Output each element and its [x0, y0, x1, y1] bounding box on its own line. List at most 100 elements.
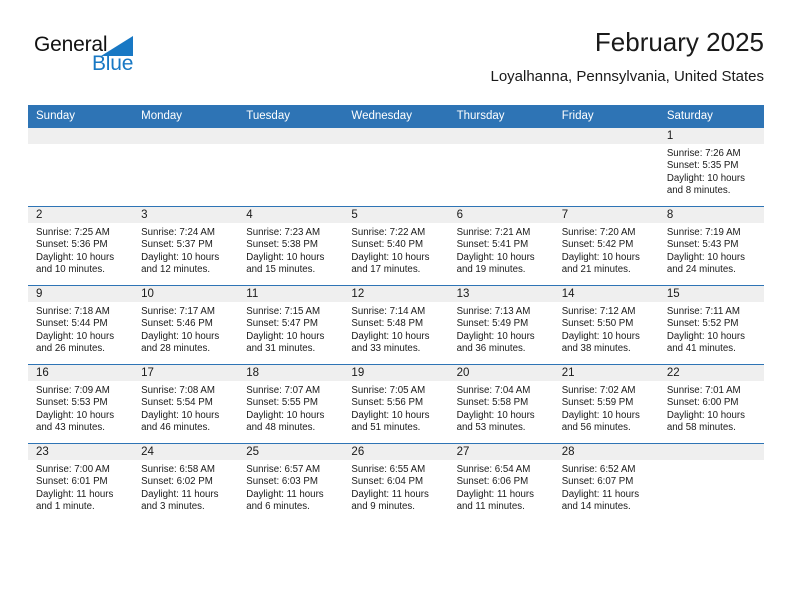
calendar-day-cell[interactable]: 24 Sunrise: 6:58 AM Sunset: 6:02 PM Dayligh… — [133, 443, 239, 522]
day-number: 23 — [28, 444, 134, 460]
title-block: February 2025 Loyalhanna, Pennsylvania, … — [490, 26, 764, 86]
sunset-text: Sunset: 5:44 PM — [36, 318, 108, 330]
calendar-day-cell[interactable]: 15 Sunrise: 7:11 AM Sunset: 5:52 PM Dayligh… — [658, 285, 764, 365]
sunset-text: Sunset: 5:50 PM — [561, 318, 634, 330]
sunrise-text: Sunrise: 6:55 AM — [351, 464, 426, 475]
weekday-header-friday: Friday — [553, 105, 659, 128]
calendar-day-cell[interactable]: 20 Sunrise: 7:04 AM Sunset: 5:58 PM Dayligh… — [448, 364, 554, 444]
sunrise-text: Sunrise: 7:18 AM — [36, 306, 110, 317]
calendar-day-cell[interactable]: 6 Sunrise: 7:21 AM Sunset: 5:41 PM Daylight… — [448, 206, 554, 286]
sunrise-text: Sunrise: 7:22 AM — [351, 227, 426, 238]
sunrise-text: Sunrise: 7:13 AM — [456, 306, 531, 317]
sunset-text: Sunset: 5:36 PM — [36, 239, 108, 251]
sunset-text: Sunset: 5:46 PM — [141, 318, 213, 330]
calendar-day-cell[interactable]: 16 Sunrise: 7:09 AM Sunset: 5:53 PM Dayligh… — [28, 364, 134, 444]
day-number: 10 — [133, 286, 239, 302]
sunset-text: Sunset: 6:07 PM — [561, 476, 634, 488]
calendar-day-cell[interactable]: 14 Sunrise: 7:12 AM Sunset: 5:50 PM Dayligh… — [553, 285, 659, 365]
weekday-header-wednesday: Wednesday — [343, 105, 449, 128]
calendar-day-cell[interactable]: 8 Sunrise: 7:19 AM Sunset: 5:43 PM Daylight… — [658, 206, 764, 286]
sunrise-text: Sunrise: 7:25 AM — [36, 227, 110, 238]
calendar-day-cell-empty — [343, 128, 449, 207]
day-number: 28 — [553, 444, 659, 460]
daylight-text: Daylight: 11 hours and 6 minutes. — [246, 488, 324, 513]
day-details: Sunrise: 7:11 AM Sunset: 5:52 PM Daylight:… — [659, 302, 764, 356]
calendar-day-cell[interactable]: 25 Sunrise: 6:57 AM Sunset: 6:03 PM Dayligh… — [238, 443, 344, 522]
calendar-day-cell[interactable]: 10 Sunrise: 7:17 AM Sunset: 5:46 PM Dayligh… — [133, 285, 239, 365]
daylight-text: Daylight: 10 hours and 56 minutes. — [561, 409, 640, 434]
daylight-text: Daylight: 10 hours and 17 minutes. — [351, 251, 430, 276]
day-details: Sunrise: 7:26 AM Sunset: 5:35 PM Daylight:… — [659, 144, 764, 198]
daylight-text: Daylight: 11 hours and 3 minutes. — [141, 488, 219, 513]
calendar-day-cell[interactable]: 11 Sunrise: 7:15 AM Sunset: 5:47 PM Dayligh… — [238, 285, 344, 365]
calendar-week-row: 9 Sunrise: 7:18 AM Sunset: 5:44 PM Daylight… — [28, 285, 764, 365]
daylight-text: Daylight: 10 hours and 31 minutes. — [246, 330, 325, 355]
calendar-week-row: 2 Sunrise: 7:25 AM Sunset: 5:36 PM Daylight… — [28, 206, 764, 286]
calendar-day-cell[interactable]: 2 Sunrise: 7:25 AM Sunset: 5:36 PM Daylight… — [28, 206, 134, 286]
daylight-text: Daylight: 11 hours and 1 minute. — [36, 488, 114, 513]
calendar-day-cell[interactable]: 26 Sunrise: 6:55 AM Sunset: 6:04 PM Dayligh… — [343, 443, 449, 522]
sunset-text: Sunset: 6:04 PM — [351, 476, 424, 488]
daylight-text: Daylight: 11 hours and 9 minutes. — [351, 488, 429, 513]
calendar-day-cell[interactable]: 1 Sunrise: 7:26 AM Sunset: 5:35 PM Daylight… — [658, 128, 764, 207]
calendar-day-cell[interactable]: 9 Sunrise: 7:18 AM Sunset: 5:44 PM Daylight… — [28, 285, 134, 365]
weekday-header-tuesday: Tuesday — [238, 105, 344, 128]
day-details: Sunrise: 7:20 AM Sunset: 5:42 PM Daylight:… — [554, 223, 659, 277]
calendar-day-cell[interactable]: 13 Sunrise: 7:13 AM Sunset: 5:49 PM Dayligh… — [448, 285, 554, 365]
sunset-text: Sunset: 5:48 PM — [351, 318, 424, 330]
daylight-text: Daylight: 10 hours and 48 minutes. — [246, 409, 325, 434]
sunrise-text: Sunrise: 7:07 AM — [246, 385, 321, 396]
daylight-text: Daylight: 10 hours and 38 minutes. — [561, 330, 640, 355]
calendar-day-cell[interactable]: 18 Sunrise: 7:07 AM Sunset: 5:55 PM Dayligh… — [238, 364, 344, 444]
day-number: 17 — [133, 365, 239, 381]
day-details: Sunrise: 6:58 AM Sunset: 6:02 PM Daylight:… — [133, 460, 238, 514]
sunrise-text: Sunrise: 7:15 AM — [246, 306, 321, 317]
calendar-day-cell[interactable]: 17 Sunrise: 7:08 AM Sunset: 5:54 PM Dayligh… — [133, 364, 239, 444]
sunset-text: Sunset: 6:01 PM — [36, 476, 108, 488]
sunrise-text: Sunrise: 7:23 AM — [246, 227, 321, 238]
sunrise-text: Sunrise: 7:01 AM — [666, 385, 741, 396]
day-number — [343, 128, 449, 144]
calendar-day-cell[interactable]: 22 Sunrise: 7:01 AM Sunset: 6:00 PM Dayligh… — [658, 364, 764, 444]
day-number: 18 — [238, 365, 344, 381]
sunset-text: Sunset: 5:54 PM — [141, 397, 213, 409]
calendar-day-cell[interactable]: 4 Sunrise: 7:23 AM Sunset: 5:38 PM Daylight… — [238, 206, 344, 286]
calendar-day-cell[interactable]: 3 Sunrise: 7:24 AM Sunset: 5:37 PM Daylight… — [133, 206, 239, 286]
sunset-text: Sunset: 5:37 PM — [141, 239, 213, 251]
calendar-day-cell[interactable]: 19 Sunrise: 7:05 AM Sunset: 5:56 PM Dayligh… — [343, 364, 449, 444]
day-details: Sunrise: 7:04 AM Sunset: 5:58 PM Daylight:… — [449, 381, 554, 435]
day-details: Sunrise: 7:15 AM Sunset: 5:47 PM Daylight:… — [238, 302, 343, 356]
calendar-day-cell[interactable]: 28 Sunrise: 6:52 AM Sunset: 6:07 PM Dayligh… — [553, 443, 659, 522]
daylight-text: Daylight: 10 hours and 51 minutes. — [351, 409, 430, 434]
calendar-page: General Blue February 2025 Loyalhanna, P… — [0, 0, 792, 612]
sunrise-text: Sunrise: 7:11 AM — [666, 306, 740, 317]
calendar-day-cell-empty — [658, 443, 764, 522]
day-number: 15 — [658, 286, 764, 302]
page-subtitle: Loyalhanna, Pennsylvania, United States — [490, 68, 764, 85]
calendar-day-cell[interactable]: 23 Sunrise: 7:00 AM Sunset: 6:01 PM Dayligh… — [28, 443, 134, 522]
calendar-day-cell[interactable]: 12 Sunrise: 7:14 AM Sunset: 5:48 PM Dayligh… — [343, 285, 449, 365]
weekday-header-thursday: Thursday — [448, 105, 554, 128]
day-number — [448, 128, 554, 144]
day-number: 21 — [553, 365, 659, 381]
calendar-day-cell[interactable]: 7 Sunrise: 7:20 AM Sunset: 5:42 PM Daylight… — [553, 206, 659, 286]
day-number: 24 — [133, 444, 239, 460]
calendar-day-cell-empty — [553, 128, 659, 207]
day-details: Sunrise: 7:17 AM Sunset: 5:46 PM Daylight:… — [133, 302, 238, 356]
sunrise-text: Sunrise: 6:57 AM — [246, 464, 321, 475]
calendar-day-cell-empty — [448, 128, 554, 207]
daylight-text: Daylight: 10 hours and 21 minutes. — [561, 251, 640, 276]
calendar-week-row: 1 Sunrise: 7:26 AM Sunset: 5:35 PM Daylight… — [28, 128, 764, 207]
calendar-day-cell[interactable]: 27 Sunrise: 6:54 AM Sunset: 6:06 PM Dayligh… — [448, 443, 554, 522]
sunrise-text: Sunrise: 7:08 AM — [141, 385, 215, 396]
calendar-day-cell[interactable]: 21 Sunrise: 7:02 AM Sunset: 5:59 PM Dayligh… — [553, 364, 659, 444]
calendar-day-cell[interactable]: 5 Sunrise: 7:22 AM Sunset: 5:40 PM Daylight… — [343, 206, 449, 286]
brand-logo[interactable]: General Blue — [34, 34, 184, 86]
brand-name-blue: Blue — [92, 52, 134, 75]
sunrise-text: Sunrise: 7:17 AM — [141, 306, 215, 317]
daylight-text: Daylight: 10 hours and 53 minutes. — [456, 409, 535, 434]
daylight-text: Daylight: 10 hours and 28 minutes. — [141, 330, 220, 355]
sunset-text: Sunset: 5:55 PM — [246, 397, 318, 409]
sunrise-text: Sunrise: 7:20 AM — [561, 227, 636, 238]
sunrise-text: Sunrise: 7:09 AM — [36, 385, 110, 396]
